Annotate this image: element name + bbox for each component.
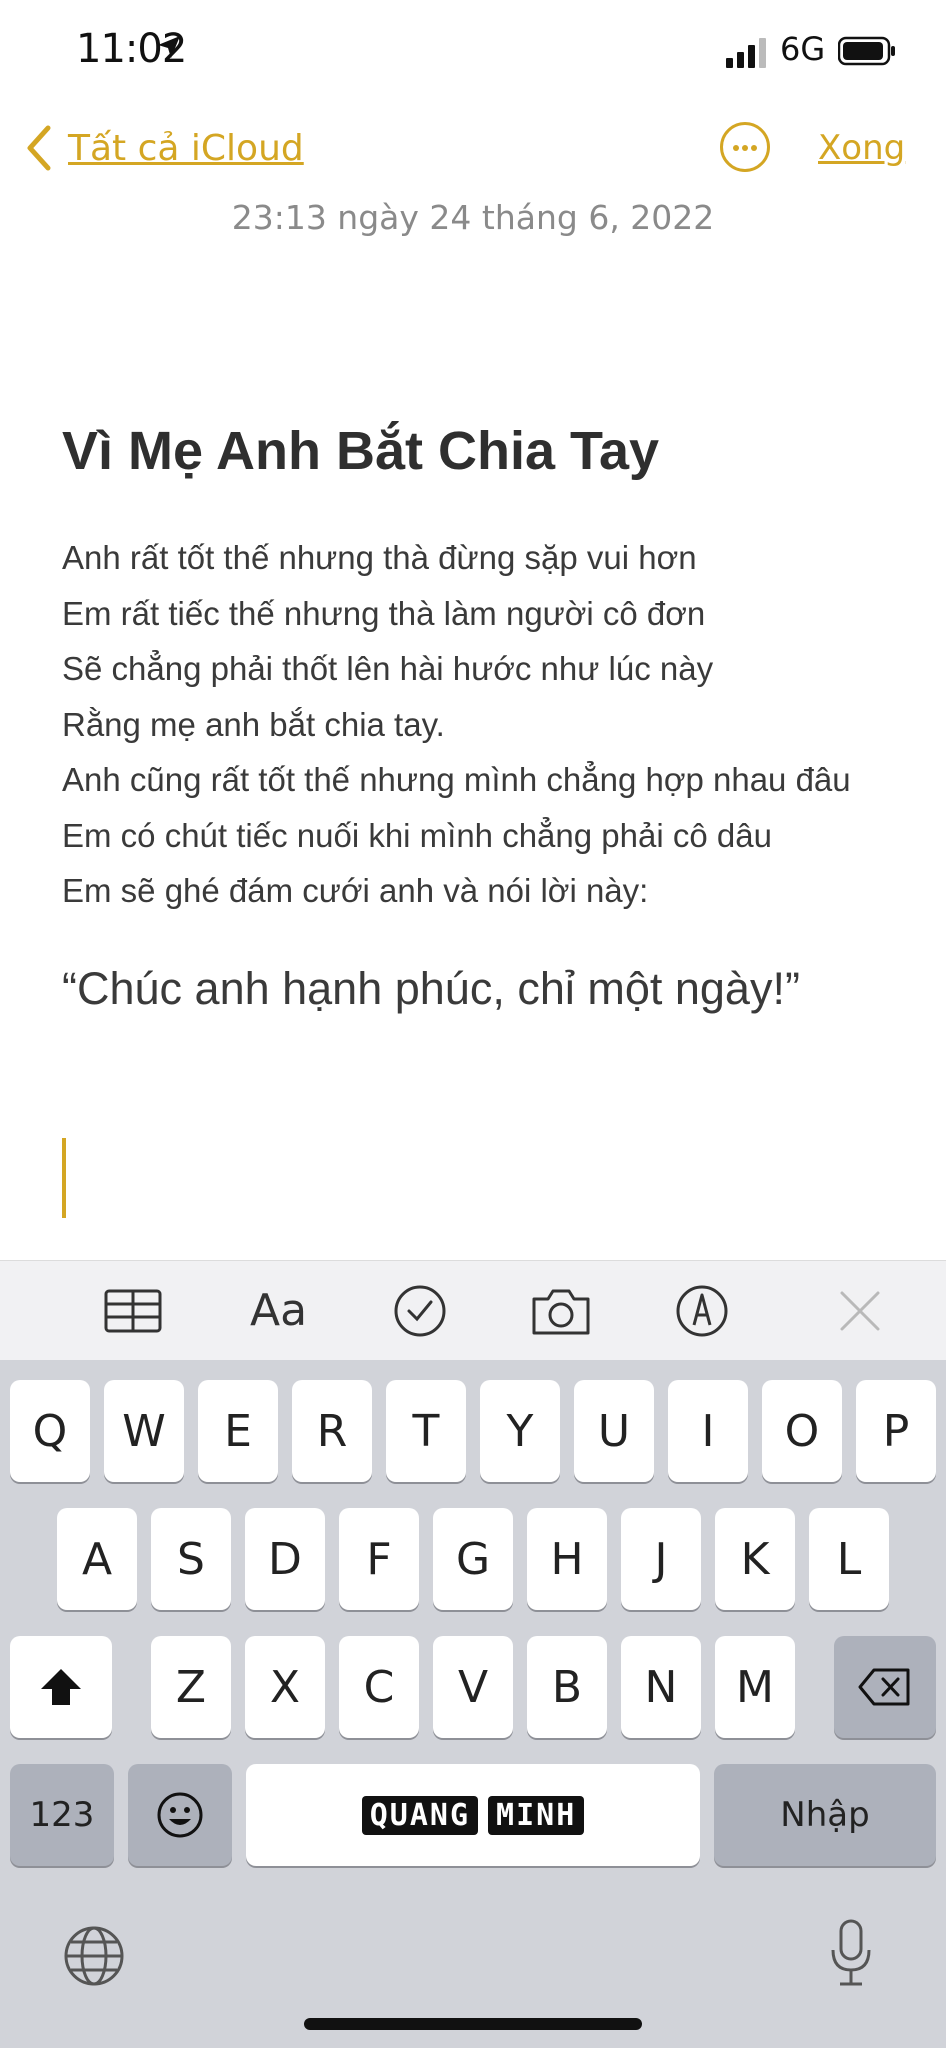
key-h[interactable]: H — [527, 1508, 607, 1610]
key-b[interactable]: B — [527, 1636, 607, 1738]
format-text-button[interactable]: Aa — [250, 1285, 307, 1341]
note-quote: “Chúc anh hạnh phúc, chỉ một ngày!” — [62, 962, 800, 1014]
key-f[interactable]: F — [339, 1508, 419, 1610]
key-w[interactable]: W — [104, 1380, 184, 1482]
note-line: Anh cũng rất tốt thế nhưng mình chẳng hợ… — [62, 761, 851, 798]
emoji-key[interactable] — [128, 1764, 232, 1866]
key-s[interactable]: S — [151, 1508, 231, 1610]
key-p[interactable]: P — [856, 1380, 936, 1482]
key-j[interactable]: J — [621, 1508, 701, 1610]
key-d[interactable]: D — [245, 1508, 325, 1610]
close-icon[interactable] — [838, 1283, 882, 1339]
key-z[interactable]: Z — [151, 1636, 231, 1738]
keyboard: Q W E R T Y U I O P A S D F G H J K L Z … — [0, 1360, 946, 2048]
key-o[interactable]: O — [762, 1380, 842, 1482]
key-c[interactable]: C — [339, 1636, 419, 1738]
return-key[interactable]: Nhập — [714, 1764, 936, 1866]
globe-icon[interactable] — [62, 1924, 126, 1988]
key-t[interactable]: T — [386, 1380, 466, 1482]
note-line: Em có chút tiếc nuối khi mình chẳng phải… — [62, 816, 772, 854]
backspace-icon — [858, 1668, 910, 1706]
format-toolbar: Aa — [0, 1260, 946, 1361]
note-date: 23:13 ngày 24 tháng 6, 2022 — [231, 198, 715, 237]
key-x[interactable]: X — [245, 1636, 325, 1738]
status-bar: 11:02 6G — [0, 0, 946, 100]
camera-icon[interactable] — [530, 1283, 592, 1339]
key-e[interactable]: E — [198, 1380, 278, 1482]
note-line: Sẽ chẳng phải thốt lên hài hước như lúc … — [62, 650, 714, 687]
key-v[interactable]: V — [433, 1636, 513, 1738]
battery-icon — [838, 36, 895, 66]
back-button[interactable]: Tất cả iCloud — [24, 124, 304, 172]
key-l[interactable]: L — [809, 1508, 889, 1610]
key-k[interactable]: K — [715, 1508, 795, 1610]
key-i[interactable]: I — [668, 1380, 748, 1482]
note-line: Em rất tiếc thế nhưng thà làm người cô đ… — [62, 594, 706, 632]
location-arrow-icon — [158, 36, 180, 58]
text-cursor — [62, 1138, 66, 1218]
microphone-icon[interactable] — [828, 1918, 874, 1988]
note-line: Rằng mẹ anh bắt chia tay. — [62, 705, 445, 743]
delete-key[interactable] — [834, 1636, 936, 1738]
numbers-key[interactable]: 123 — [10, 1764, 114, 1866]
key-a[interactable]: A — [57, 1508, 137, 1610]
key-g[interactable]: G — [433, 1508, 513, 1610]
signal-icon — [726, 38, 766, 68]
note-title: Vì Mẹ Anh Bắt Chia Tay — [62, 421, 660, 481]
back-label: Tất cả iCloud — [68, 127, 304, 169]
emoji-icon — [157, 1792, 203, 1838]
note-line: Anh rất tốt thế nhưng thà đừng sặp vui h… — [62, 539, 697, 576]
markup-pen-icon[interactable] — [674, 1283, 730, 1339]
key-y[interactable]: Y — [480, 1380, 560, 1482]
space-key[interactable]: QUANG MINH — [246, 1764, 700, 1866]
space-brand-second: MINH — [488, 1795, 585, 1835]
shift-key[interactable] — [10, 1636, 112, 1738]
checklist-icon[interactable] — [392, 1283, 448, 1339]
space-brand-first: QUANG — [361, 1795, 479, 1835]
note-lines: Anh rất tốt thế nhưng thà đừng sặp vui h… — [62, 530, 922, 919]
key-m[interactable]: M — [715, 1636, 795, 1738]
note-body[interactable]: Vì Mẹ Anh Bắt Chia Tay Anh rất tốt thế n… — [62, 420, 922, 1015]
nav-bar: Tất cả iCloud Xong — [0, 110, 946, 190]
key-r[interactable]: R — [292, 1380, 372, 1482]
note-line: Em sẽ ghé đám cưới anh và nói lời này: — [62, 872, 649, 909]
chevron-left-icon — [27, 125, 51, 171]
done-button[interactable]: Xong — [818, 128, 905, 168]
table-icon[interactable] — [104, 1283, 162, 1339]
key-n[interactable]: N — [621, 1636, 701, 1738]
key-q[interactable]: Q — [10, 1380, 90, 1482]
shift-arrow-icon — [41, 1669, 81, 1705]
network-type: 6G — [780, 30, 826, 68]
key-u[interactable]: U — [574, 1380, 654, 1482]
more-options-button[interactable] — [720, 122, 770, 172]
home-indicator — [304, 2018, 642, 2030]
